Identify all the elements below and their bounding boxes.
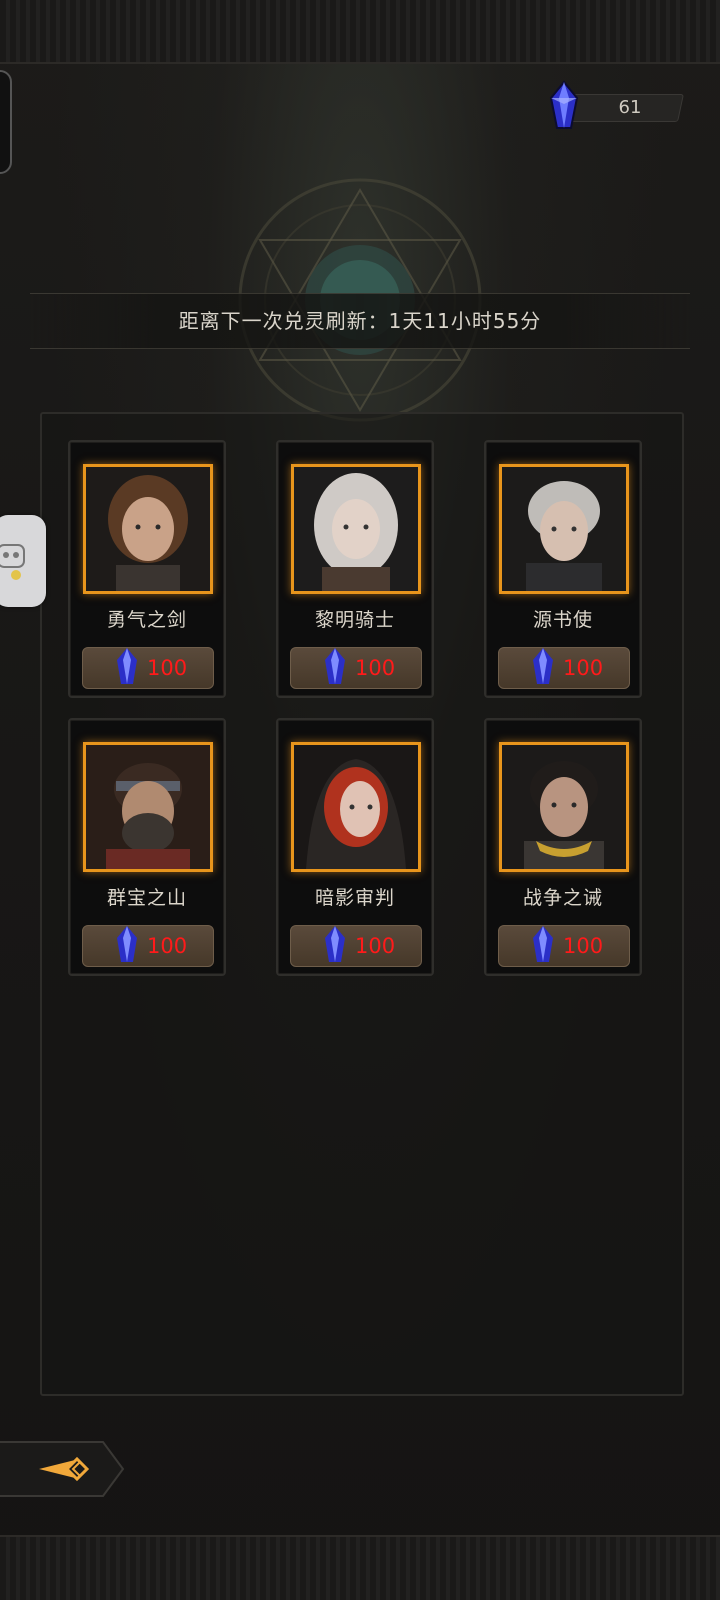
silver-haired-woman-portrait xyxy=(291,464,421,594)
price-value: 100 xyxy=(147,934,188,958)
price-value: 100 xyxy=(563,656,604,680)
bearded-man-headband-portrait xyxy=(83,742,213,872)
hero-name: 群宝之山 xyxy=(106,887,187,909)
price-value: 100 xyxy=(355,656,396,680)
blue-crystal-icon xyxy=(117,648,137,684)
back-arrow-button[interactable] xyxy=(0,1438,127,1500)
blue-crystal-icon xyxy=(533,648,553,684)
exchange-button[interactable]: 100 xyxy=(82,647,214,689)
hero-name: 勇气之剑 xyxy=(106,609,187,631)
blue-crystal-icon xyxy=(325,648,345,684)
exchange-button[interactable]: 100 xyxy=(290,925,422,967)
left-edge-tab[interactable] xyxy=(0,70,12,174)
price-value: 100 xyxy=(563,934,604,958)
screen: 61 距离下一次兑灵刷新：1天11小时55分 勇气之剑 100 黎明骑士 100… xyxy=(0,0,720,1600)
floating-assistant-widget[interactable] xyxy=(0,515,46,607)
hero-name: 暗影审判 xyxy=(314,887,395,909)
hero-card[interactable]: 勇气之剑 100 xyxy=(68,440,226,698)
currency-display: 61 xyxy=(545,80,685,129)
hero-name: 黎明骑士 xyxy=(314,609,395,631)
price-value: 100 xyxy=(147,656,188,680)
blue-crystal-icon xyxy=(549,80,579,129)
blue-crystal-icon xyxy=(533,926,553,962)
assistant-face-icon xyxy=(0,544,25,580)
currency-value: 61 xyxy=(618,97,642,118)
brown-haired-woman-portrait xyxy=(83,464,213,594)
red-haired-hooded-woman-portrait xyxy=(291,742,421,872)
exchange-button[interactable]: 100 xyxy=(82,925,214,967)
price-value: 100 xyxy=(355,934,396,958)
white-haired-youth-portrait xyxy=(499,464,629,594)
refresh-timer-text: 距离下一次兑灵刷新：1天11小时55分 xyxy=(178,309,542,333)
top-ornament-frame xyxy=(0,0,720,64)
refresh-timer-bar: 距离下一次兑灵刷新：1天11小时55分 xyxy=(30,293,690,349)
blue-crystal-icon xyxy=(325,926,345,962)
hero-card[interactable]: 群宝之山 100 xyxy=(68,718,226,976)
dark-haired-warrior-portrait xyxy=(499,742,629,872)
exchange-button[interactable]: 100 xyxy=(498,925,630,967)
exchange-button[interactable]: 100 xyxy=(290,647,422,689)
bottom-ornament-frame xyxy=(0,1535,720,1600)
hero-card[interactable]: 战争之诫 100 xyxy=(484,718,642,976)
hero-card[interactable]: 源书使 100 xyxy=(484,440,642,698)
hero-card[interactable]: 暗影审判 100 xyxy=(276,718,434,976)
exchange-button[interactable]: 100 xyxy=(498,647,630,689)
hero-name: 战争之诫 xyxy=(522,887,603,909)
blue-crystal-icon xyxy=(117,926,137,962)
hero-card[interactable]: 黎明骑士 100 xyxy=(276,440,434,698)
hero-name: 源书使 xyxy=(532,609,593,631)
